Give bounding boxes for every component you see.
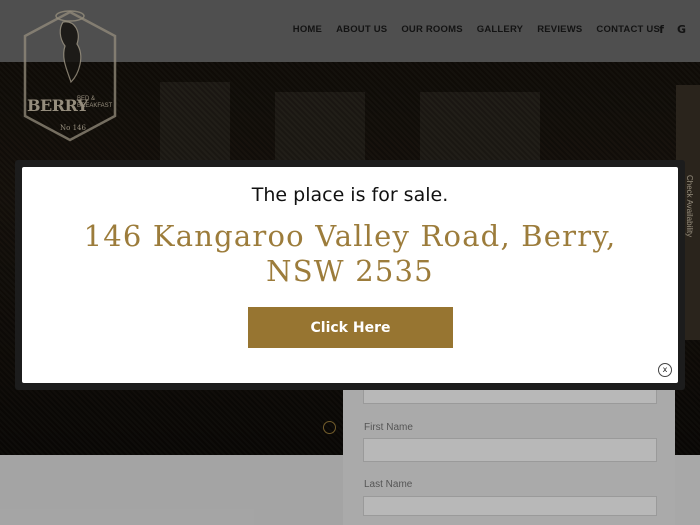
close-icon[interactable]: x [658, 363, 672, 377]
modal-title: The place is for sale. [251, 184, 449, 206]
click-here-button[interactable]: Click Here [248, 307, 453, 348]
modal-address: 146 Kangaroo Valley Road, Berry, NSW 253… [83, 219, 617, 288]
sale-modal: The place is for sale. 146 Kangaroo Vall… [22, 167, 678, 383]
